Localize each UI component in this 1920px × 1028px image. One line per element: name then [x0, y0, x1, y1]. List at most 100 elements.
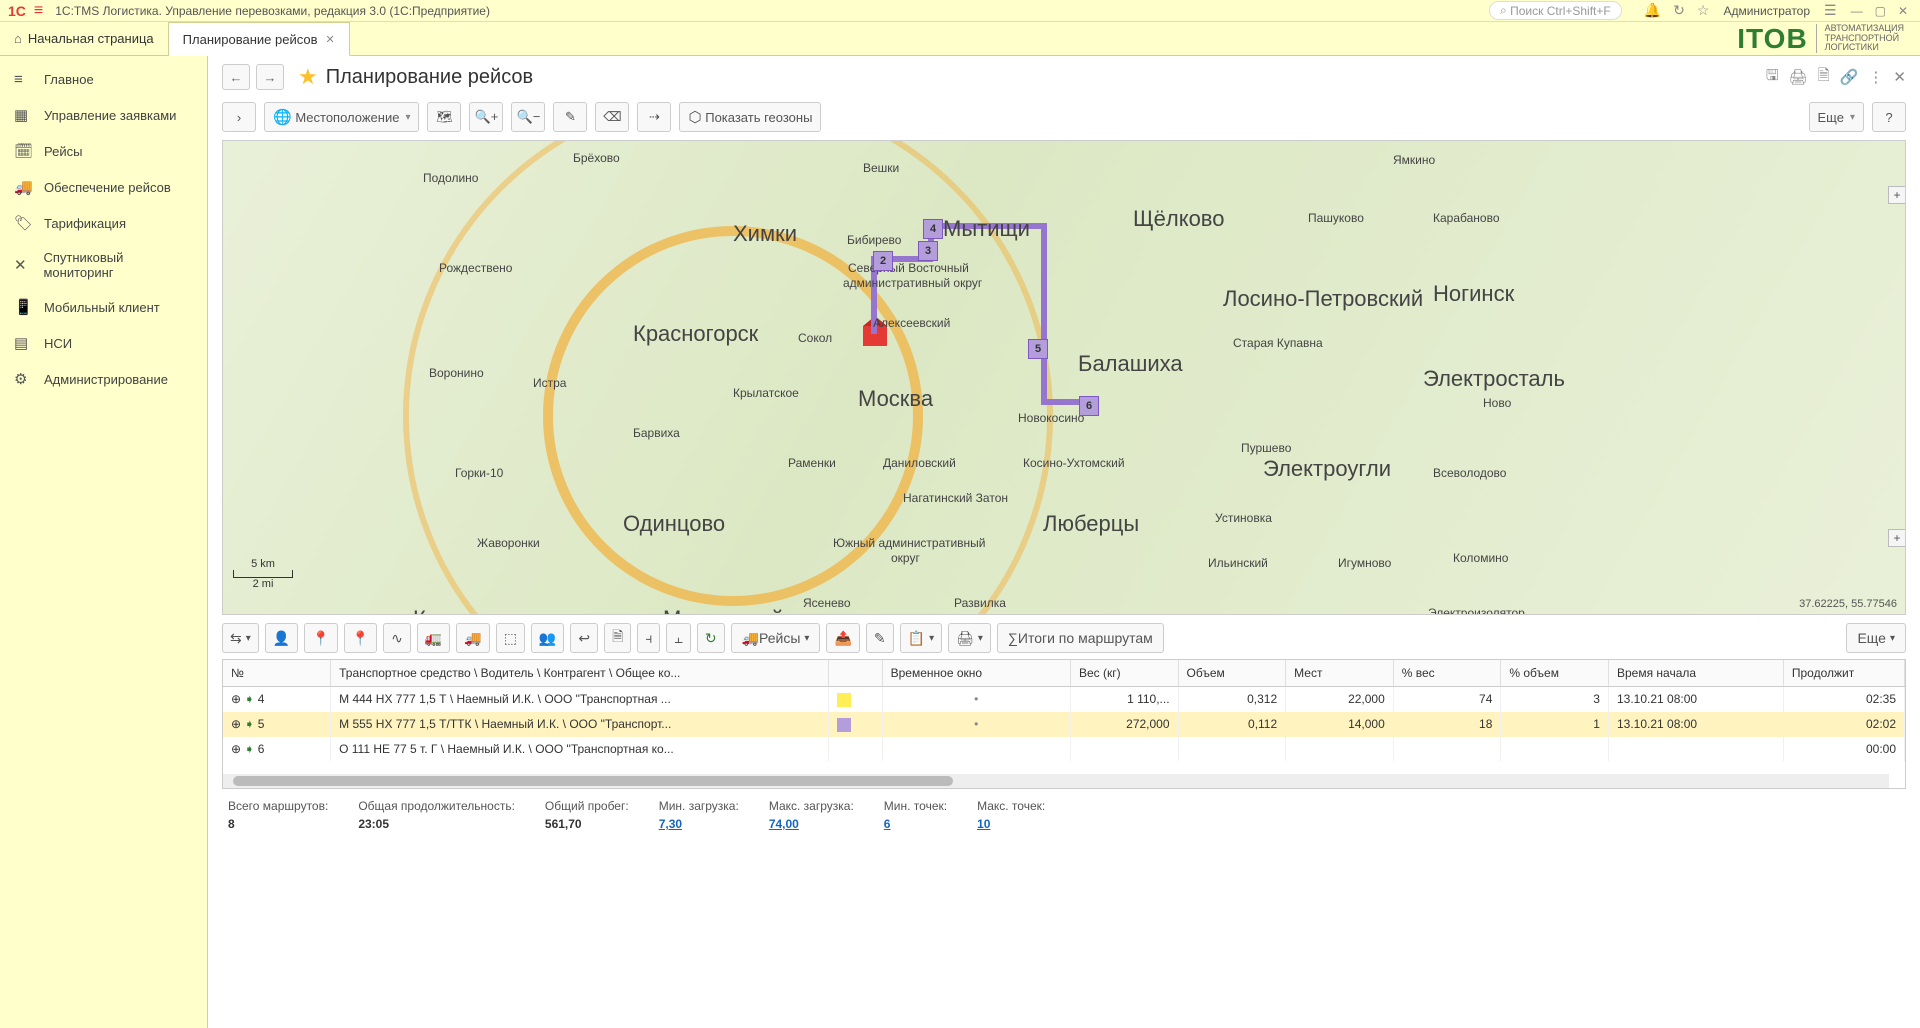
- close-tab-icon[interactable]: ✕: [326, 33, 335, 46]
- minimize-button[interactable]: —: [1847, 4, 1867, 18]
- zoom-out-button[interactable]: 🔍−: [511, 102, 545, 132]
- more-button[interactable]: Еще▾: [1809, 102, 1864, 132]
- sidebar-item-label: Управление заявками: [44, 108, 176, 123]
- col-header[interactable]: Мест: [1286, 660, 1394, 687]
- pencil-tool[interactable]: ✎: [553, 102, 587, 132]
- sidebar-icon: 🗓: [14, 142, 34, 160]
- global-search[interactable]: ⌕ Поиск Ctrl+Shift+F: [1489, 1, 1622, 20]
- back-button[interactable]: ←: [222, 64, 250, 90]
- max-pts-link[interactable]: 10: [977, 817, 1045, 831]
- route-marker-2[interactable]: 2: [873, 251, 893, 271]
- help-button[interactable]: ?: [1872, 102, 1906, 132]
- routes-grid[interactable]: №Транспортное средство \ Водитель \ Конт…: [222, 659, 1906, 789]
- history-icon[interactable]: ↻: [1673, 2, 1685, 19]
- close-page-icon[interactable]: ✕: [1893, 68, 1906, 86]
- col-header[interactable]: Транспортное средство \ Водитель \ Контр…: [331, 660, 829, 687]
- gt-people[interactable]: 👥: [531, 623, 564, 653]
- save-icon[interactable]: 🖫: [1766, 65, 1779, 90]
- gt-refresh[interactable]: ↻: [697, 623, 725, 653]
- city-label: Ильинский: [1208, 556, 1268, 570]
- map[interactable]: Москва 5 km 2 mi 37.62225, 55.77546 + + …: [222, 140, 1906, 615]
- gt-user[interactable]: 👤: [265, 623, 298, 653]
- sidebar-item-8[interactable]: ⚙Администрирование: [0, 361, 207, 397]
- table-row[interactable]: ⊕ ➧ 4 M 444 HX 777 1,5 Т \ Наемный И.К. …: [223, 687, 1905, 712]
- sidebar-item-2[interactable]: 🗓Рейсы: [0, 133, 207, 169]
- location-button[interactable]: 🌐 Местоположение ▾: [264, 102, 419, 132]
- chevron-down-icon: ▾: [405, 112, 410, 123]
- gt-doc[interactable]: 🗎: [604, 623, 631, 653]
- sidebar-item-5[interactable]: ✕Спутниковый мониторинг: [0, 241, 207, 289]
- expand-button[interactable]: ›: [222, 102, 256, 132]
- user-label[interactable]: Администратор: [1723, 4, 1810, 18]
- gt-tree[interactable]: ⇆▾: [222, 623, 259, 653]
- gt-pin[interactable]: 📍: [304, 623, 337, 653]
- tab-planning[interactable]: Планирование рейсов ✕: [169, 22, 350, 56]
- sidebar-item-7[interactable]: ▤НСИ: [0, 325, 207, 361]
- col-header[interactable]: Время начала: [1608, 660, 1783, 687]
- home-icon: ⌂: [14, 31, 22, 46]
- gt-routes[interactable]: 🚚 Рейсы▾: [731, 623, 821, 653]
- link-icon[interactable]: 🔗: [1840, 68, 1859, 86]
- zoom-in-button[interactable]: 🔍+: [469, 102, 503, 132]
- gt-wave[interactable]: ∿: [383, 623, 411, 653]
- gt-return[interactable]: ↩: [570, 623, 598, 653]
- city-label: Сокол: [798, 331, 832, 345]
- map-tool-1[interactable]: 🗺: [427, 102, 461, 132]
- gt-pin2[interactable]: 📍: [344, 623, 377, 653]
- route-marker-3[interactable]: 3: [918, 241, 938, 261]
- sidebar-item-6[interactable]: 📱Мобильный клиент: [0, 289, 207, 325]
- gt-truck2[interactable]: 🚚: [456, 623, 489, 653]
- gt-print[interactable]: 🖨▾: [948, 623, 991, 653]
- bell-icon[interactable]: 🔔: [1644, 2, 1661, 19]
- col-header[interactable]: % вес: [1393, 660, 1501, 687]
- sidebar-item-3[interactable]: 🚚Обеспечение рейсов: [0, 169, 207, 205]
- col-header[interactable]: Временное окно: [882, 660, 1070, 687]
- gt-export[interactable]: 📤: [826, 623, 859, 653]
- gt-align2[interactable]: ⫠: [666, 623, 690, 653]
- sidebar-item-4[interactable]: 🏷Тарификация: [0, 205, 207, 241]
- globe-icon: 🌐: [273, 108, 292, 126]
- close-button[interactable]: ✕: [1894, 4, 1912, 18]
- horizontal-scrollbar[interactable]: [223, 774, 1889, 788]
- favorite-star-icon[interactable]: ★: [298, 64, 318, 90]
- maximize-button[interactable]: ▢: [1871, 4, 1890, 18]
- sidebar-item-0[interactable]: ≡Главное: [0, 62, 207, 97]
- route-marker-4[interactable]: 4: [923, 219, 943, 239]
- col-header[interactable]: [828, 660, 882, 687]
- min-pts-link[interactable]: 6: [884, 817, 947, 831]
- kebab-icon[interactable]: ⋮: [1868, 68, 1883, 86]
- map-side-zoom-out[interactable]: +: [1888, 529, 1906, 547]
- sidebar-item-1[interactable]: ▦Управление заявками: [0, 97, 207, 133]
- route-tool[interactable]: ⇢: [637, 102, 671, 132]
- gt-totals[interactable]: ∑ Итоги по маршрутам: [997, 623, 1164, 653]
- col-header[interactable]: % объем: [1501, 660, 1609, 687]
- col-header[interactable]: Объем: [1178, 660, 1286, 687]
- route-marker-5[interactable]: 5: [1028, 339, 1048, 359]
- search-icon: ⌕: [1500, 3, 1507, 18]
- map-side-zoom-in[interactable]: +: [1888, 186, 1906, 204]
- star-icon[interactable]: ☆: [1697, 2, 1710, 19]
- gt-more[interactable]: Еще▾: [1846, 623, 1906, 653]
- report-icon[interactable]: 🗎: [1818, 65, 1830, 90]
- user-menu-icon[interactable]: ☰: [1824, 2, 1837, 19]
- col-header[interactable]: Продолжит: [1783, 660, 1904, 687]
- forward-button[interactable]: →: [256, 64, 284, 90]
- gt-select[interactable]: ⬚: [496, 623, 525, 653]
- gt-edit[interactable]: ✎: [866, 623, 894, 653]
- print-icon[interactable]: 🖨: [1789, 68, 1808, 86]
- gt-align[interactable]: ⫞: [637, 623, 660, 653]
- gt-copy[interactable]: 📋▾: [900, 623, 942, 653]
- geozones-button[interactable]: ⬡ Показать геозоны: [679, 102, 821, 132]
- hamburger-icon[interactable]: ≡: [34, 2, 43, 20]
- gt-truck1[interactable]: 🚛: [417, 623, 450, 653]
- col-header[interactable]: №: [223, 660, 331, 687]
- table-row[interactable]: ⊕ ➧ 6 О 111 НЕ 77 5 т. Г \ Наемный И.К. …: [223, 737, 1905, 762]
- col-header[interactable]: Вес (кг): [1070, 660, 1178, 687]
- eraser-tool[interactable]: ⌫: [595, 102, 629, 132]
- min-load-link[interactable]: 7,30: [659, 817, 739, 831]
- max-load-link[interactable]: 74,00: [769, 817, 854, 831]
- table-row[interactable]: ⊕ ➧ 5 M 555 HX 777 1,5 Т/ТТК \ Наемный И…: [223, 712, 1905, 737]
- route-marker-6[interactable]: 6: [1079, 396, 1099, 416]
- tab-home[interactable]: ⌂ Начальная страница: [0, 22, 169, 55]
- city-label: Даниловский: [883, 456, 956, 470]
